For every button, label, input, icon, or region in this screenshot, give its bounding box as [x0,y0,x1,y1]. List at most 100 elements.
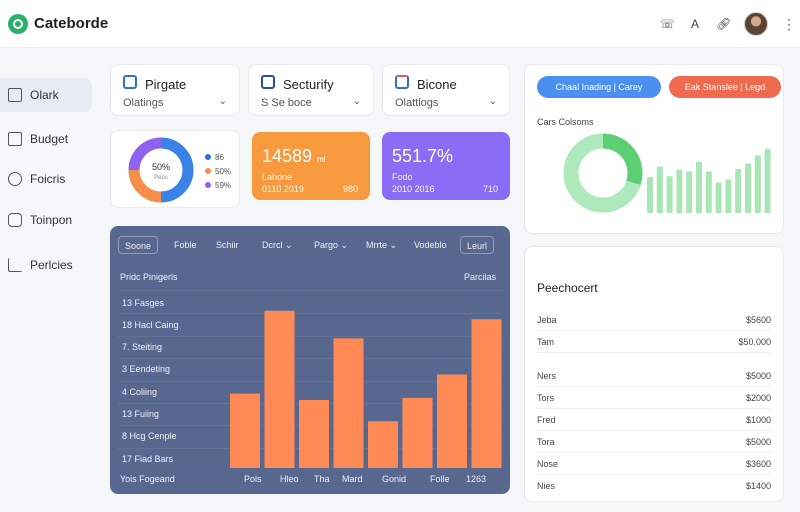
row-value: $2000 [745,393,771,403]
x-axis-label: 1263 [466,474,487,484]
stat-date: 0110 2019 [262,184,304,194]
chevron-down-icon[interactable]: ⌄ [489,96,497,107]
cars-bar [676,169,683,213]
stat-card-orange[interactable]: 14589 ml Lahone 0110 2019 980 [252,132,370,200]
avatar[interactable] [744,12,768,36]
bar[interactable] [264,310,295,468]
chevron-down-icon[interactable]: ⌄ [219,96,227,107]
row-value: $5600 [745,315,771,325]
top-bar: Cateborde ☏ A 🔗︎ ⋮ [0,0,800,48]
sidebar-item-budget[interactable]: Budget [0,122,92,156]
selector-secturify[interactable]: Secturify S Se boce ⌄ [248,64,374,116]
table-row[interactable]: Fred $1000 [537,409,771,431]
selector-value: S Se boce [261,97,312,109]
cars-bar [764,149,771,213]
payments-table: Peechocert Jeba $5600 Tam $50.000 Ners $500… [524,246,784,502]
donut-center-label: Peos [154,175,168,181]
stat-value-number: 14589 [262,146,313,166]
stat-value: 14589 ml [262,146,326,167]
sidebar-item-label: Toinpon [30,213,73,227]
app-title: Cateborde [34,15,109,32]
sidebar-item-foicris[interactable]: Foicris [0,162,92,196]
table-row[interactable]: Tam $50.000 [537,331,771,353]
more-vert-icon[interactable]: ⋮ [782,17,796,31]
bar[interactable] [437,374,467,469]
stat-card-purple[interactable]: 551.7% Fodo 2010 2016 710 [382,132,510,200]
legend-dot [205,168,211,174]
cars-bar [745,163,751,213]
cars-chart [563,133,771,213]
table-title: Peechocert [537,281,598,295]
sidebar-item-label: Budget [30,132,69,146]
sidebar-item-olark[interactable]: Olark [0,78,92,112]
top-actions: ☏ A 🔗︎ ⋮ [660,12,796,36]
row-label: Fred [537,415,556,425]
cars-bar [754,155,761,213]
bar[interactable] [299,400,329,468]
link-icon[interactable]: 🔗︎ [716,17,731,31]
selector-bicone[interactable]: Bicone Olattlogs ⌄ [382,64,510,116]
cars-donut-segment [602,133,643,186]
panel-footer: Yois Fogeand [120,474,175,484]
wallet-icon [8,132,22,146]
cars-bar [725,179,732,213]
sidebar-item-perlcies[interactable]: Perlcies [0,248,92,282]
sidebar-item-label: Foicris [30,172,66,186]
selector-title: Bicone [417,77,457,92]
cars-bar [666,176,673,213]
row-label: Tora [537,437,555,447]
box-icon [395,75,409,89]
document-icon [123,75,137,89]
cars-bar [715,182,722,213]
projects-panel: Soone Foble Schiir Dcrcl ⌄ Pargo ⌄ Mrrte… [110,226,510,494]
legend-label: 50% [215,167,232,176]
legend-dot [205,182,211,188]
selector-value: Olatings [123,97,164,109]
donut-legend: 86 50% 59% [205,151,231,193]
legend-item: 86 [205,151,231,165]
donut-chart: 50% Peos [128,137,194,203]
x-axis-label: Pols [244,474,262,484]
table-row[interactable]: Nies $1400 [537,475,771,497]
table-row[interactable]: Ners $5000 [537,365,771,387]
cars-bar [647,177,653,213]
table-row[interactable]: Jeba $5600 [537,309,771,331]
stat-count: 710 [482,184,498,194]
stat-label: Fodo [392,172,413,182]
x-axis-label: Folle [430,474,450,484]
flow-icon [8,213,22,227]
sidebar-item-label: Perlcies [30,258,73,272]
cars-bar [656,166,663,213]
row-value: $50.000 [738,337,771,347]
donut-card: 50% Peos 86 50% 59% [110,130,240,208]
table-row[interactable]: Nose $3600 [537,453,771,475]
legend-item: 50% [205,165,231,179]
table-row[interactable]: Tora $5000 [537,431,771,453]
legend-label: 59% [215,181,232,190]
selector-pirgate[interactable]: Pirgate Olatings ⌄ [110,64,240,116]
text-icon[interactable]: A [688,17,702,31]
cars-donut [563,133,643,213]
donut-center-value: 50% [152,162,170,172]
row-label: Nies [537,481,556,491]
cars-bar [696,161,702,213]
row-value: $5000 [745,371,771,381]
cars-bar [705,171,712,213]
bar[interactable] [402,397,433,468]
chevron-down-icon[interactable]: ⌄ [353,96,361,107]
row-label: Jeba [537,315,557,325]
bar[interactable] [368,421,398,468]
bar[interactable] [230,393,260,468]
sidebar: Olark Budget Foicris Toinpon Perlcies [0,48,98,512]
table-row[interactable]: Tors $2000 [537,387,771,409]
sidebar-item-label: Olark [30,88,59,102]
bar[interactable] [333,338,364,468]
row-label: Tors [537,393,555,403]
phone-icon[interactable]: ☏ [660,17,675,31]
bar[interactable] [471,319,502,468]
stat-date: 2010 2016 [392,184,435,194]
shield-icon [261,75,275,89]
row-value: $1400 [745,481,771,491]
row-value: $1000 [745,415,771,425]
sidebar-item-toinpon[interactable]: Toinpon [0,203,92,237]
